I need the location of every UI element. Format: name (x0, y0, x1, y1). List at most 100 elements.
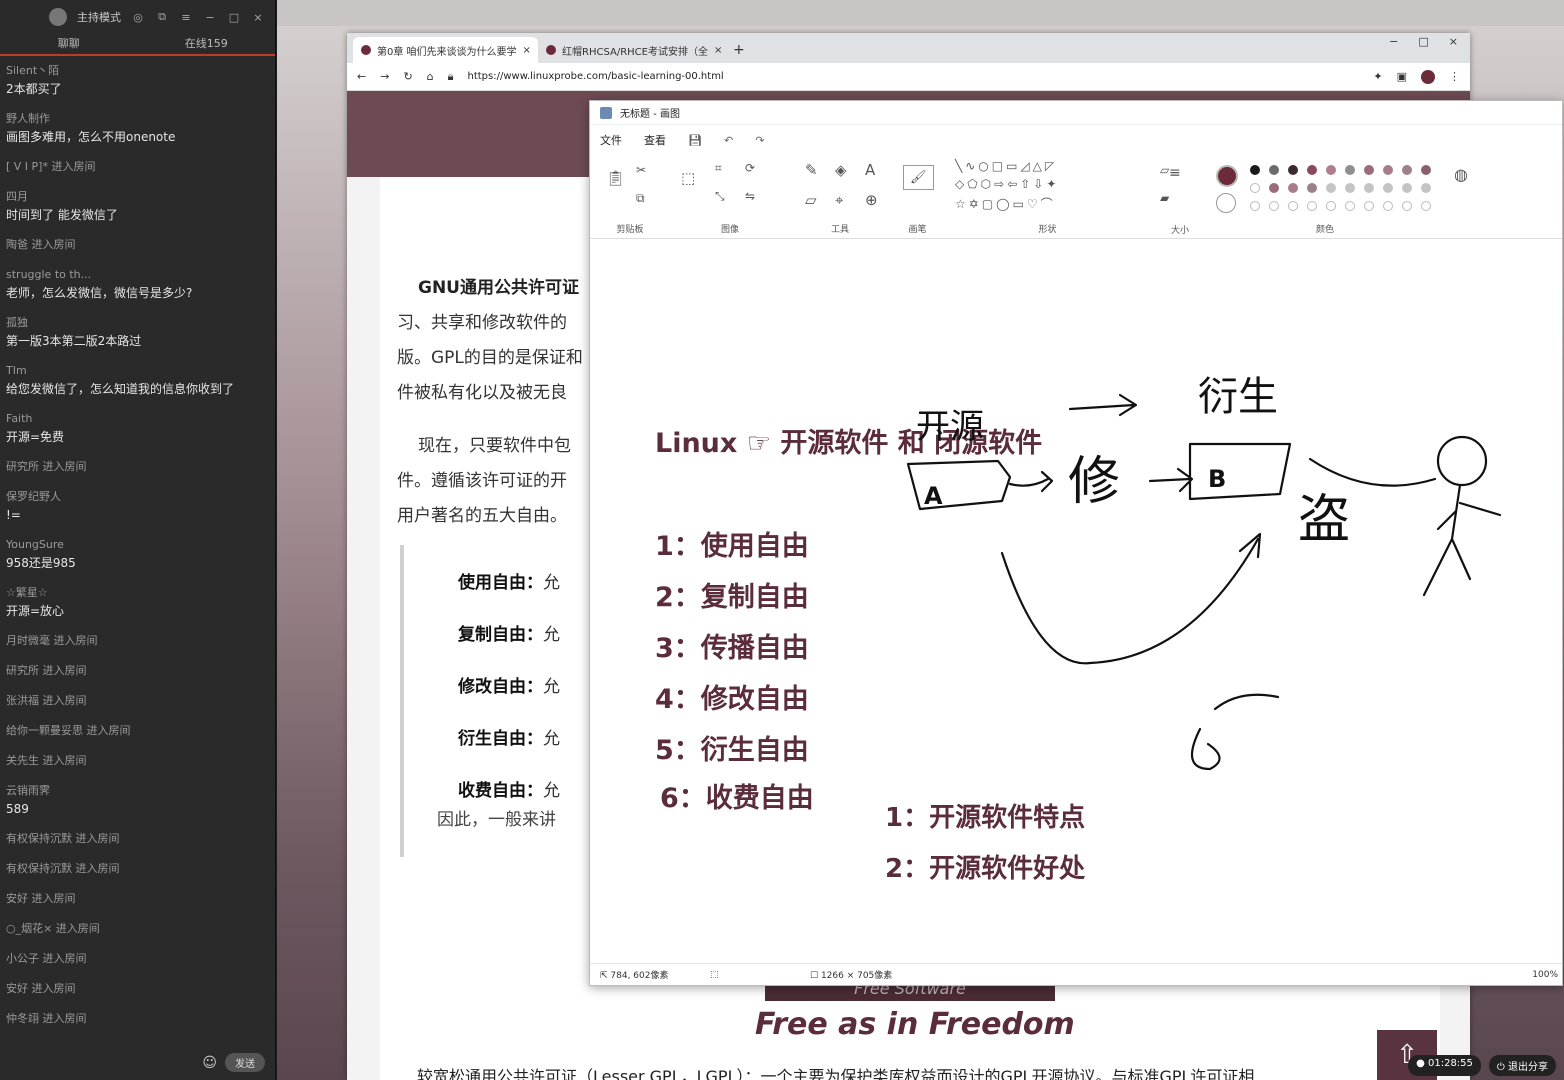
primary-color-swatch[interactable] (1216, 165, 1238, 187)
color-swatch[interactable] (1421, 183, 1431, 193)
zoom-level[interactable]: 100% (1532, 970, 1562, 980)
browser-tab[interactable]: 红帽RHCSA/RHCE考试安排（全 × (538, 37, 723, 63)
menu-file[interactable]: 文件 (600, 132, 622, 148)
settings-icon[interactable]: ◎ (131, 11, 145, 24)
shapes-row-icon[interactable]: ◇⬠⬡⇨⇦⇧⇩✦ (955, 177, 1059, 191)
color-swatch[interactable] (1383, 183, 1393, 193)
color-swatch[interactable] (1326, 201, 1336, 211)
menu-icon[interactable]: ≡ (179, 11, 193, 24)
color-picker-icon[interactable]: ⌖ (835, 191, 843, 209)
color-swatch[interactable] (1326, 165, 1336, 175)
chat-username[interactable]: struggle to th... (6, 266, 269, 284)
chat-username[interactable]: Faith (6, 410, 269, 428)
brush-icon[interactable]: 🖌︎ (903, 165, 934, 190)
pencil-icon[interactable]: ✎ (805, 161, 818, 179)
color-swatch[interactable] (1345, 165, 1355, 175)
color-swatch[interactable] (1269, 201, 1279, 211)
save-icon[interactable]: 💾︎ (688, 134, 702, 147)
select-icon[interactable]: ⬚ (681, 169, 695, 187)
address-bar[interactable]: https://www.linuxprobe.com/basic-learnin… (468, 71, 724, 82)
close-icon[interactable]: × (1449, 33, 1458, 51)
resize-icon[interactable]: ⤡ (715, 189, 725, 204)
extensions-icon[interactable]: ✦ (1373, 70, 1382, 83)
color-swatch[interactable] (1421, 201, 1431, 211)
tab-close-icon[interactable]: × (523, 45, 531, 56)
text-icon[interactable]: A (865, 161, 875, 179)
color-swatch[interactable] (1307, 165, 1317, 175)
avatar[interactable] (49, 8, 67, 26)
edit-colors-icon[interactable]: ◍ (1454, 165, 1468, 184)
shapes-row-icon[interactable]: ╲∿○□▭◿△◸ (955, 159, 1057, 173)
sidebar-icon[interactable]: ▣ (1397, 70, 1407, 83)
close-icon[interactable]: × (251, 11, 265, 24)
new-tab-icon[interactable]: + (723, 37, 755, 63)
chat-username[interactable]: YoungSure (6, 536, 269, 554)
more-icon[interactable]: ⋮ (1449, 70, 1460, 83)
magnifier-icon[interactable]: ⊕ (865, 191, 878, 209)
eraser-icon[interactable]: ▱ (805, 191, 817, 209)
flip-icon[interactable]: ⇋ (745, 189, 755, 203)
color-swatch[interactable] (1345, 183, 1355, 193)
paint-canvas[interactable]: Linux ☞ 开源软件 和 闭源软件 1：使用自由 2：复制自由 3：传播自由… (590, 239, 1562, 965)
tab-close-icon[interactable]: × (714, 45, 722, 56)
exit-share-button[interactable]: ⏻ 退出分享 (1488, 1055, 1556, 1076)
shapes-row-icon[interactable]: ☆✡▢◯▭♡⌒ (955, 195, 1056, 212)
emoji-icon[interactable]: ☺ (202, 1055, 217, 1071)
external-icon[interactable]: ⧉ (155, 10, 169, 24)
minimize-icon[interactable]: − (203, 11, 217, 24)
color-swatch[interactable] (1307, 201, 1317, 211)
tab-chat[interactable]: 聊聊 (0, 34, 138, 54)
secondary-color-swatch[interactable] (1216, 193, 1236, 213)
profile-icon[interactable] (1421, 69, 1435, 84)
chat-username[interactable]: 保罗纪野人 (6, 488, 269, 506)
color-swatch[interactable] (1364, 201, 1374, 211)
chat-username[interactable]: 野人制作 (6, 110, 269, 128)
chat-username[interactable]: 四月 (6, 188, 269, 206)
maximize-icon[interactable]: □ (227, 11, 241, 24)
redo-icon[interactable]: ↷ (755, 134, 764, 147)
color-swatch[interactable] (1307, 183, 1317, 193)
color-swatch[interactable] (1269, 183, 1279, 193)
color-swatch[interactable] (1326, 183, 1336, 193)
host-mode-label[interactable]: 主持模式 (77, 9, 121, 25)
back-icon[interactable]: ← (357, 70, 366, 83)
maximize-icon[interactable]: □ (1418, 33, 1428, 51)
color-swatch[interactable] (1250, 165, 1260, 175)
color-swatch[interactable] (1402, 201, 1412, 211)
color-swatch[interactable] (1250, 201, 1260, 211)
crop-icon[interactable]: ⌗ (715, 161, 722, 176)
chat-message-list[interactable]: Silent丶陌 2本都买了 野人制作 画图多难用，怎么不用onenote [ V I … (0, 56, 275, 1028)
home-icon[interactable]: ⌂ (427, 70, 434, 83)
chat-username[interactable]: Silent丶陌 (6, 62, 269, 80)
color-swatch[interactable] (1288, 183, 1298, 193)
chat-username[interactable]: 云销雨霁 (6, 782, 269, 800)
color-swatch[interactable] (1364, 183, 1374, 193)
chat-username[interactable]: ☆繁星☆ (6, 584, 269, 602)
chat-username[interactable]: TIm (6, 362, 269, 380)
browser-tab[interactable]: 第0章 咱们先来谈谈为什么要学 × (353, 37, 538, 63)
color-swatch[interactable] (1345, 201, 1355, 211)
color-swatch[interactable] (1402, 165, 1412, 175)
color-swatch[interactable] (1364, 165, 1374, 175)
fill-icon[interactable]: ◈ (835, 161, 847, 179)
color-swatch[interactable] (1402, 183, 1412, 193)
color-swatch[interactable] (1421, 165, 1431, 175)
paste-icon[interactable]: 📋︎ (606, 169, 625, 187)
send-button[interactable]: 发送 (225, 1053, 265, 1072)
color-swatch[interactable] (1269, 165, 1279, 175)
rotate-icon[interactable]: ⟳ (745, 161, 755, 175)
color-swatch[interactable] (1288, 165, 1298, 175)
color-swatch[interactable] (1288, 201, 1298, 211)
tab-online[interactable]: 在线159 (138, 34, 276, 54)
reload-icon[interactable]: ↻ (403, 70, 412, 83)
line-width-icon[interactable]: ≡ (1169, 165, 1181, 181)
copy-icon[interactable]: ⧉ (636, 191, 645, 206)
menu-view[interactable]: 查看 (644, 132, 666, 148)
minimize-icon[interactable]: − (1389, 33, 1398, 51)
forward-icon[interactable]: → (380, 70, 389, 83)
color-swatch[interactable] (1383, 165, 1393, 175)
undo-icon[interactable]: ↶ (724, 134, 733, 147)
color-swatch[interactable] (1250, 183, 1260, 193)
color-swatch[interactable] (1383, 201, 1393, 211)
cut-icon[interactable]: ✂ (636, 163, 646, 177)
